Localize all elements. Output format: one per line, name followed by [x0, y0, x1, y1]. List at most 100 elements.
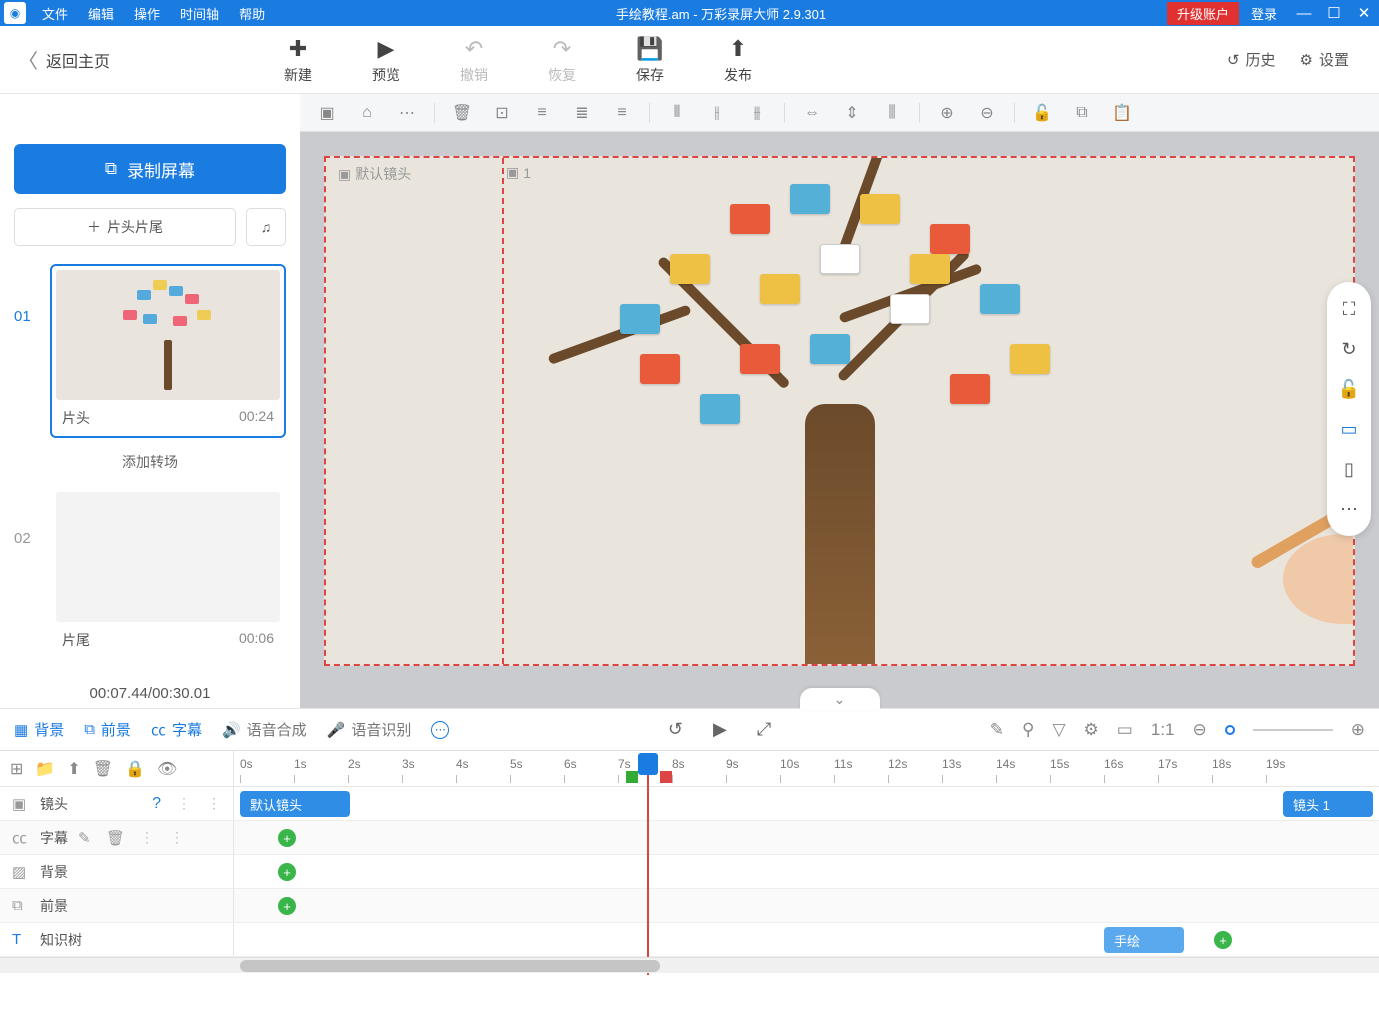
- add-track-icon[interactable]: ⊞: [10, 759, 23, 779]
- history-button[interactable]: ↺ 历史: [1227, 49, 1276, 70]
- replay-icon[interactable]: ↺: [668, 719, 683, 740]
- eye-icon[interactable]: 👁: [157, 759, 177, 779]
- save-button[interactable]: 💾 保存: [620, 35, 680, 85]
- undo-icon: ↶: [465, 35, 483, 63]
- new-button[interactable]: ✚ 新建: [268, 35, 328, 85]
- track-menu-icon[interactable]: ⋮: [170, 829, 184, 846]
- block-default-camera[interactable]: 默认镜头: [240, 791, 350, 817]
- menu-action[interactable]: 操作: [124, 4, 170, 23]
- align-right-icon[interactable]: ≡: [605, 99, 639, 127]
- spacing-icon[interactable]: ⫼: [875, 99, 909, 127]
- undo-button[interactable]: ↶ 撤销: [444, 35, 504, 85]
- tab-subtitle[interactable]: ㏄ 字幕: [151, 719, 202, 740]
- tab-tts[interactable]: 🔊 语音合成: [222, 719, 307, 740]
- upgrade-button[interactable]: 升级账户: [1167, 2, 1239, 25]
- scene-card[interactable]: 片尾 00:06: [50, 486, 286, 660]
- camera-icon[interactable]: ▣: [310, 99, 344, 127]
- maximize-button[interactable]: ☐: [1319, 4, 1349, 22]
- more-icon[interactable]: ⋯: [390, 99, 424, 127]
- distribute-h-icon[interactable]: ⇔: [795, 99, 829, 127]
- menu-timeline[interactable]: 时间轴: [170, 4, 229, 23]
- menu-file[interactable]: 文件: [32, 4, 78, 23]
- align-center-icon[interactable]: ≣: [565, 99, 599, 127]
- filter-icon[interactable]: ⚲: [1022, 720, 1034, 740]
- menu-help[interactable]: 帮助: [229, 4, 275, 23]
- align-middle-icon[interactable]: ⫲: [700, 99, 734, 127]
- marker-green[interactable]: [626, 771, 638, 783]
- lock-icon[interactable]: 🔒: [125, 759, 145, 779]
- zoom-in-icon[interactable]: ⊕: [930, 99, 964, 127]
- add-keyframe-button[interactable]: +: [278, 897, 296, 915]
- home-icon[interactable]: ⌂: [350, 99, 384, 127]
- track-options-icon[interactable]: ⋮: [177, 795, 191, 812]
- redo-button[interactable]: ↷ 恢复: [532, 35, 592, 85]
- help-icon[interactable]: ?: [152, 795, 161, 813]
- scene-card[interactable]: 片头 00:24: [50, 264, 286, 438]
- fullscreen-icon[interactable]: ⛶: [1327, 292, 1371, 326]
- delete-icon[interactable]: 🗑: [445, 99, 479, 127]
- playhead[interactable]: [638, 753, 658, 775]
- marker-red[interactable]: [660, 771, 672, 783]
- ratio-icon[interactable]: 1:1: [1151, 720, 1175, 740]
- zoom-track[interactable]: [1253, 729, 1333, 731]
- record-screen-button[interactable]: ⧉ 录制屏幕: [14, 144, 286, 194]
- copy-icon[interactable]: ⧉: [1065, 99, 1099, 127]
- lock-icon[interactable]: 🔓: [1327, 372, 1371, 406]
- minimize-button[interactable]: —: [1289, 5, 1319, 22]
- rotate-icon[interactable]: ↻: [1327, 332, 1371, 366]
- horizontal-scrollbar[interactable]: [0, 957, 1379, 973]
- back-home-button[interactable]: 〈 返回主页: [0, 45, 128, 74]
- scene-item[interactable]: 01: [14, 264, 286, 438]
- align-bottom-icon[interactable]: ⫵: [740, 99, 774, 127]
- add-keyframe-button[interactable]: +: [278, 829, 296, 847]
- intro-outro-button[interactable]: ＋ 片头片尾: [14, 208, 236, 246]
- preview-button[interactable]: ▶ 预览: [356, 35, 416, 85]
- expand-icon[interactable]: ⤢: [757, 719, 771, 740]
- play-icon[interactable]: ▶: [713, 719, 727, 740]
- delete-icon[interactable]: 🗑: [106, 829, 124, 847]
- more-tools-icon[interactable]: ⋯: [1327, 492, 1371, 526]
- align-left-icon[interactable]: ≡: [525, 99, 559, 127]
- zoom-out-icon[interactable]: ⊖: [1193, 720, 1207, 740]
- track-options-icon[interactable]: ⋮: [140, 829, 154, 846]
- block-camera-1[interactable]: 镜头 1: [1283, 791, 1373, 817]
- upload-icon[interactable]: ⬆: [67, 759, 80, 779]
- mobile-view-icon[interactable]: ▯: [1327, 452, 1371, 486]
- fit-icon[interactable]: ▭: [1117, 720, 1133, 740]
- zoom-slider[interactable]: [1225, 725, 1235, 735]
- timeline-ruler[interactable]: 0s1s2s3s4s5s6s7s8s9s10s11s12s13s14s15s16…: [234, 751, 1379, 786]
- edit-icon[interactable]: ✎: [990, 720, 1004, 740]
- tab-background[interactable]: ▦ 背景: [14, 719, 64, 740]
- desktop-view-icon[interactable]: ▭: [1327, 412, 1371, 446]
- zoom-out-icon[interactable]: ⊖: [970, 99, 1004, 127]
- unlock-icon[interactable]: 🔓: [1025, 99, 1059, 127]
- block-handdraw[interactable]: 手绘: [1104, 927, 1184, 953]
- scrollbar-thumb[interactable]: [240, 960, 660, 972]
- add-keyframe-button[interactable]: +: [1214, 931, 1232, 949]
- add-transition-button[interactable]: 添加转场: [14, 444, 286, 480]
- align-top-icon[interactable]: ⫴: [660, 99, 694, 127]
- tab-asr[interactable]: 🎤 语音识别: [327, 719, 412, 740]
- music-button[interactable]: ♫: [246, 208, 286, 246]
- canvas[interactable]: ▣ 默认镜头 ▣ 1: [324, 156, 1355, 666]
- paste-icon[interactable]: 📋: [1105, 99, 1139, 127]
- folder-icon[interactable]: 📁: [35, 759, 55, 779]
- expand-handle[interactable]: ⌄: [800, 688, 880, 710]
- menu-edit[interactable]: 编辑: [78, 4, 124, 23]
- add-keyframe-button[interactable]: +: [278, 863, 296, 881]
- delete-icon[interactable]: 🗑: [93, 759, 113, 779]
- track-menu-icon[interactable]: ⋮: [207, 795, 221, 812]
- settings-icon[interactable]: ⚙: [1084, 720, 1099, 740]
- tab-foreground[interactable]: ⧉ 前景: [84, 719, 131, 740]
- crop-icon[interactable]: ⊡: [485, 99, 519, 127]
- edit-icon[interactable]: ✎: [78, 829, 96, 847]
- tab-more[interactable]: ⋯: [431, 721, 449, 739]
- zoom-in-icon[interactable]: ⊕: [1351, 720, 1365, 740]
- distribute-v-icon[interactable]: ⇕: [835, 99, 869, 127]
- scene-item[interactable]: 02 片尾 00:06: [14, 486, 286, 660]
- close-button[interactable]: ✕: [1349, 4, 1379, 22]
- publish-button[interactable]: ⬆ 发布: [708, 35, 768, 85]
- settings-button[interactable]: ⚙ 设置: [1300, 49, 1349, 70]
- login-button[interactable]: 登录: [1239, 4, 1289, 23]
- funnel-icon[interactable]: ▽: [1052, 720, 1065, 740]
